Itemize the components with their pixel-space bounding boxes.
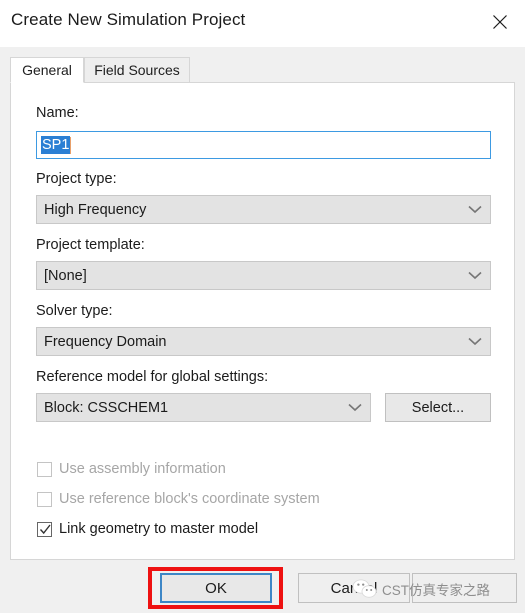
project-template-value: [None]: [44, 267, 87, 284]
tab-strip: General Field Sources: [10, 57, 515, 83]
solver-type-value: Frequency Domain: [44, 333, 167, 350]
close-icon[interactable]: [483, 7, 517, 37]
chevron-down-icon: [460, 205, 490, 214]
check-icon: [39, 524, 51, 534]
chevron-down-icon: [460, 337, 490, 346]
select-button[interactable]: Select...: [385, 393, 491, 422]
create-new-simulation-project-dialog: Create New Simulation Project General Fi…: [0, 0, 525, 613]
checkbox-box: [37, 461, 52, 477]
general-tab-panel: Name: SP1 Project type: High Frequency P…: [10, 82, 515, 560]
checkbox-label: Use assembly information: [59, 461, 226, 477]
project-type-dropdown[interactable]: High Frequency: [36, 195, 491, 224]
checkbox-label: Link geometry to master model: [59, 521, 259, 537]
name-input[interactable]: SP1: [36, 131, 491, 159]
reference-model-label: Reference model for global settings:: [36, 369, 269, 385]
checkbox-label: Use reference block's coordinate system: [59, 491, 320, 507]
chevron-down-icon: [460, 271, 490, 280]
ok-button[interactable]: OK: [160, 573, 272, 603]
name-input-value: SP1: [41, 136, 71, 154]
solver-type-dropdown[interactable]: Frequency Domain: [36, 327, 491, 356]
project-type-label: Project type:: [36, 171, 117, 187]
checkbox-use-assembly-information[interactable]: Use assembly information: [37, 458, 226, 480]
text-caret: [70, 136, 72, 154]
checkbox-use-reference-block-coordinate-system[interactable]: Use reference block's coordinate system: [37, 488, 320, 510]
checkbox-box: [37, 491, 52, 507]
solver-type-label: Solver type:: [36, 303, 113, 319]
dialog-titlebar: Create New Simulation Project: [0, 0, 525, 47]
project-template-dropdown[interactable]: [None]: [36, 261, 491, 290]
checkbox-box-checked: [37, 521, 52, 537]
dialog-title: Create New Simulation Project: [11, 10, 246, 29]
third-button[interactable]: [412, 573, 517, 603]
checkbox-link-geometry-to-master-model[interactable]: Link geometry to master model: [37, 518, 258, 540]
tab-general[interactable]: General: [10, 57, 84, 83]
tab-field-sources[interactable]: Field Sources: [84, 57, 190, 83]
project-type-value: High Frequency: [44, 201, 147, 218]
project-template-label: Project template:: [36, 237, 145, 253]
reference-model-value: Block: CSSCHEM1: [44, 399, 169, 416]
chevron-down-icon: [340, 403, 370, 412]
cancel-button[interactable]: Cancel: [298, 573, 410, 603]
reference-model-dropdown[interactable]: Block: CSSCHEM1: [36, 393, 371, 422]
name-label: Name:: [36, 105, 79, 121]
